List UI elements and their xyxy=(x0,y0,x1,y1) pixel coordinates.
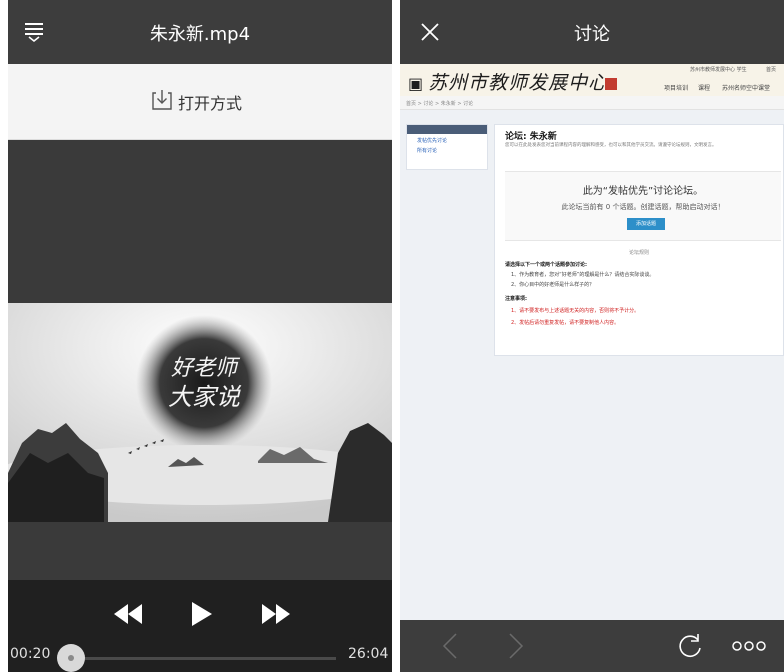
play-icon[interactable] xyxy=(186,600,218,628)
fast-forward-icon[interactable] xyxy=(260,600,292,628)
site-logo[interactable]: ▣ 苏州市教师发展中心 xyxy=(408,68,608,95)
nav-item-sky-classroom[interactable]: 苏州名师空中课堂 xyxy=(722,83,770,92)
forum-description: 您可以在此处发表您对当前课程内容的理解和感受，也可以和其他学员交流。请遵守论坛规… xyxy=(505,143,717,148)
rule-line-intro: 请选择以下一个或两个话题参加讨论: xyxy=(505,262,588,268)
calligraphy-line-2: 大家说 xyxy=(168,383,242,411)
video-player-screen: 朱永新.mp4 打开方式 好老师 大家说 00:20 26:04 xyxy=(8,0,392,672)
webview-toolbar xyxy=(400,620,784,672)
top-link-home[interactable]: 首页 xyxy=(766,66,776,73)
nav-item-courses[interactable]: 课程 xyxy=(698,83,710,92)
logo-mark-icon: ▣ xyxy=(408,74,425,93)
notes-header: 注意事项: xyxy=(505,296,527,302)
forum-heading: 此为“发帖优先”讨论论坛。 xyxy=(582,186,704,197)
ink-landscape-image: 好老师 大家说 xyxy=(8,303,392,522)
breadcrumb[interactable]: 首页 > 讨论 > 朱永新 > 讨论 xyxy=(400,96,784,110)
player-header: 朱永新.mp4 xyxy=(8,0,392,64)
player-controls: 00:20 26:04 xyxy=(8,580,392,672)
more-icon[interactable] xyxy=(730,632,768,660)
total-time: 26:04 xyxy=(348,646,389,662)
video-title: 朱永新.mp4 xyxy=(149,24,251,45)
rewind-icon[interactable] xyxy=(112,600,144,628)
add-topic-button[interactable]: 添加话题 xyxy=(627,218,665,230)
forum-panel: 论坛: 朱永新 您可以在此处发表您对当前课程内容的理解和感受，也可以和其他学员交… xyxy=(494,124,784,356)
red-seal-icon xyxy=(605,78,617,90)
sidebar-item-priority[interactable]: 发帖优先讨论 xyxy=(407,134,487,144)
forum-sidebar: 发帖优先讨论 所有讨论 xyxy=(406,124,488,170)
discussion-title: 讨论 xyxy=(574,24,610,45)
download-tray-icon xyxy=(150,88,174,116)
refresh-icon[interactable] xyxy=(676,632,704,660)
open-with-label: 打开方式 xyxy=(178,94,243,113)
sidebar-item-all[interactable]: 所有讨论 xyxy=(407,144,487,154)
seek-bar[interactable] xyxy=(68,657,336,660)
top-link-user[interactable]: 苏州市教师发展中心 学生 xyxy=(690,66,747,73)
site-logo-text: 苏州市教师发展中心 xyxy=(428,72,609,94)
sidebar-header xyxy=(407,125,487,134)
note-line-1: 1、请不要发布与上述话题无关的内容，否则将不予计分。 xyxy=(511,308,640,314)
note-line-2: 2、发帖后请勿重复发帖，请不要复制他人内容。 xyxy=(511,320,620,326)
forum-empty-box: 此为“发帖优先”讨论论坛。 此论坛当前有 0 个话题。创建话题，帮助启动对话！ … xyxy=(505,171,781,241)
rules-header: 论坛规则 xyxy=(628,250,649,256)
forum-title: 论坛: 朱永新 xyxy=(505,132,557,142)
current-time: 00:20 xyxy=(10,646,51,662)
rule-line-1: 1、作为教育者，您对“好老师”的理解是什么？请结合实际谈谈。 xyxy=(511,272,655,278)
webview[interactable]: ▣ 苏州市教师发展中心 苏州市教师发展中心 学生 首页 项目培训 课程 苏州名师空… xyxy=(400,64,784,620)
calligraphy-line-1: 好老师 xyxy=(171,356,241,381)
discussion-screen: 讨论 ▣ 苏州市教师发展中心 苏州市教师发展中心 学生 首页 项目培训 课程 苏州… xyxy=(400,0,784,672)
rule-line-2: 2、你心目中的好老师是什么样子的？ xyxy=(511,282,595,288)
seek-thumb[interactable] xyxy=(57,644,86,672)
chevron-right-icon[interactable] xyxy=(500,632,528,660)
open-with-bar: 打开方式 xyxy=(8,64,392,140)
video-frame[interactable]: 好老师 大家说 xyxy=(8,303,392,522)
site-banner: ▣ 苏州市教师发展中心 苏州市教师发展中心 学生 首页 项目培训 课程 苏州名师空… xyxy=(400,64,784,96)
discussion-header: 讨论 xyxy=(400,0,784,64)
nav-item-training[interactable]: 项目培训 xyxy=(664,83,688,92)
open-with-button[interactable]: 打开方式 xyxy=(150,88,242,116)
chevron-left-icon[interactable] xyxy=(438,632,466,660)
forum-subheading: 此论坛当前有 0 个话题。创建话题，帮助启动对话！ xyxy=(561,203,725,211)
